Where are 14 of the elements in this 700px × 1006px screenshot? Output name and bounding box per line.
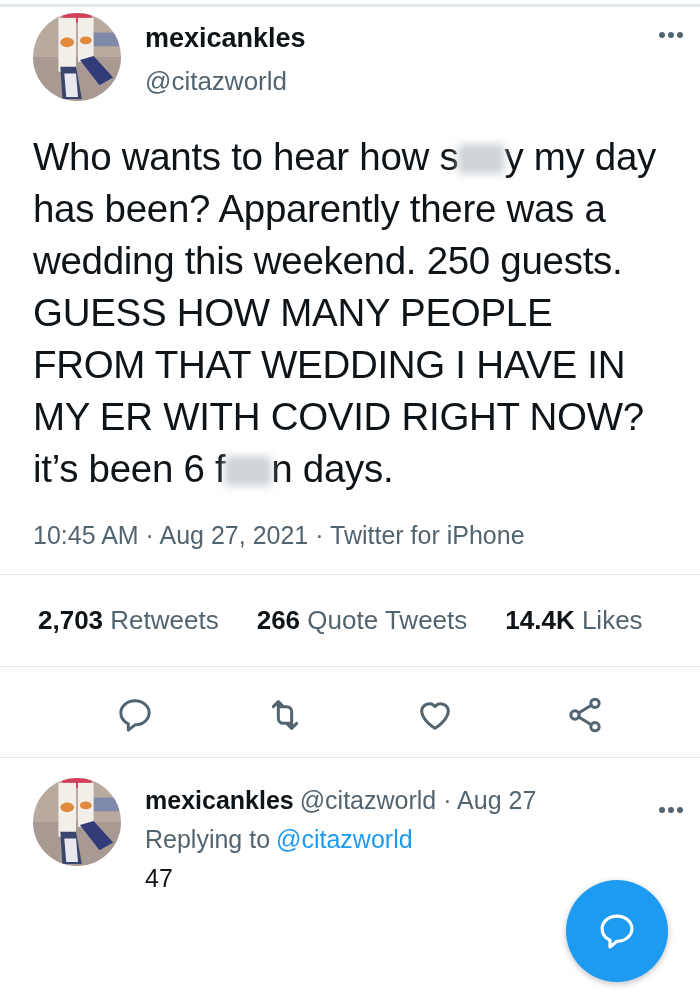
compose-button[interactable]: [566, 880, 668, 982]
tweet-meta: 10:45 AM · Aug 27, 2021 · Twitter for iPhone: [33, 521, 526, 550]
more-icon[interactable]: [658, 805, 684, 814]
reply-text: 47: [145, 864, 173, 893]
reply-meta: @citazworld · Aug 27: [299, 786, 537, 815]
tweet-stat[interactable]: 14.4K Likes: [505, 605, 643, 636]
user-handle[interactable]: @citazworld: [145, 66, 658, 97]
tweet-stat[interactable]: 266 Quote Tweets: [256, 605, 468, 636]
display-name[interactable]: mexicankles: [145, 786, 294, 815]
tweet-text: Who wants to hear how s y my day has been? Apparently there was a wedding this weekend. 250 guests. GUESS HOW MANY PEOPLE FROM THAT WEDDING I HAVE IN MY ER WITH COVID RIGHT NOW? it’s been 6 f n days.: [33, 134, 657, 492]
more-icon[interactable]: [658, 31, 684, 39]
tweet-stat[interactable]: 2,703 Retweets: [38, 605, 219, 636]
replying-label: Replying to: [145, 825, 271, 854]
display-name[interactable]: mexicankles: [145, 23, 658, 54]
